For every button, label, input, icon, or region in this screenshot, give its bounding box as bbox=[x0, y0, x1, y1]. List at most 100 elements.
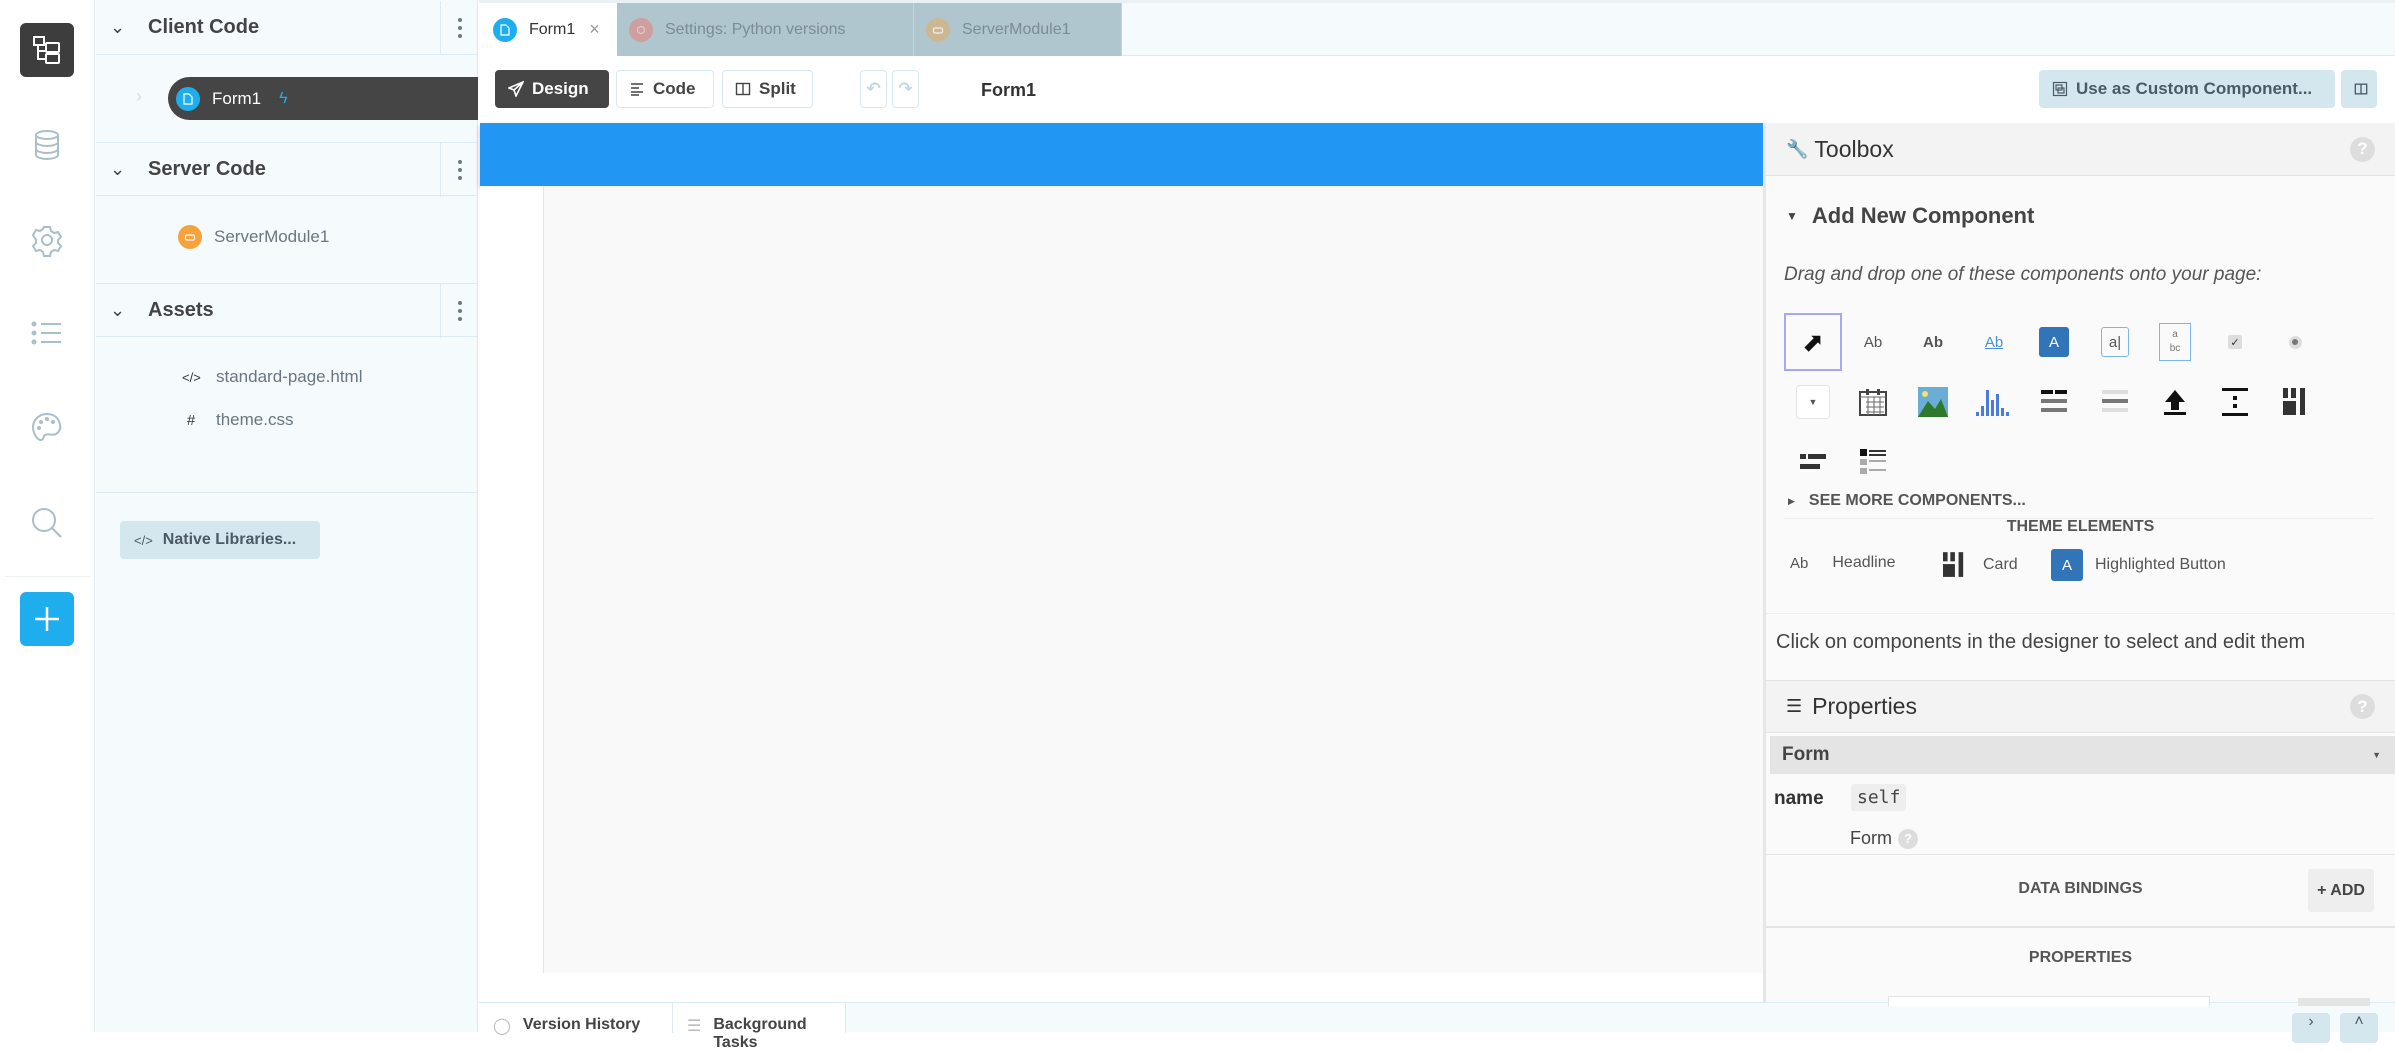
component-pointer[interactable]: ⬈ bbox=[1784, 313, 1842, 371]
component-checkbox[interactable]: ✓ bbox=[2206, 313, 2264, 371]
expand-right-button[interactable]: › bbox=[2292, 1013, 2330, 1043]
design-view-button[interactable]: Design bbox=[495, 70, 609, 108]
chevron-up-icon: ˄ bbox=[2354, 1013, 2364, 1030]
rail-app-browser[interactable] bbox=[20, 23, 74, 77]
textbox-icon: a| bbox=[2101, 327, 2129, 357]
theme-element-highlighted-button[interactable]: A Highlighted Button bbox=[2051, 549, 2226, 581]
assets-menu-button[interactable] bbox=[440, 284, 478, 338]
form-title-bar[interactable] bbox=[480, 123, 1763, 186]
property-button[interactable] bbox=[2298, 998, 2370, 1006]
tree-item-theme-css[interactable]: # theme.css bbox=[182, 410, 294, 430]
toggle-panel-button[interactable] bbox=[2341, 70, 2377, 108]
properties-header[interactable]: ☰ Properties ? bbox=[1766, 680, 2395, 733]
rail-app-logs[interactable] bbox=[20, 306, 74, 360]
use-as-custom-component-button[interactable]: Use as Custom Component... bbox=[2039, 70, 2335, 108]
component-image[interactable] bbox=[1904, 373, 1962, 431]
canvas-footer bbox=[543, 973, 1763, 1002]
chevron-down-icon: ⌄ bbox=[110, 299, 126, 320]
server-code-menu-button[interactable] bbox=[440, 143, 478, 197]
plus-icon bbox=[35, 607, 59, 631]
component-spacer[interactable] bbox=[2206, 373, 2264, 431]
close-tab-icon[interactable]: × bbox=[589, 19, 600, 40]
component-plot[interactable] bbox=[1965, 373, 2023, 431]
button-icon: A bbox=[2039, 327, 2069, 357]
chevron-right-icon[interactable]: › bbox=[136, 86, 142, 107]
version-history-tab[interactable]: ◯ Version History bbox=[479, 1003, 673, 1035]
label-icon: Ab bbox=[1863, 333, 1883, 351]
upload-icon bbox=[2164, 390, 2186, 415]
form-name-title: Form1 bbox=[981, 80, 1037, 100]
canvas-margin bbox=[480, 186, 543, 1002]
rail-search[interactable] bbox=[20, 496, 74, 550]
component-bold-label[interactable]: Ab bbox=[1904, 313, 1962, 371]
tab-servermodule1[interactable]: ServerModule1 bbox=[914, 3, 1122, 56]
server-code-header[interactable]: ⌄ Server Code bbox=[96, 142, 478, 197]
tree-item-form1[interactable]: Form1 ϟ bbox=[168, 77, 478, 120]
name-value-input[interactable]: self bbox=[1851, 784, 1907, 811]
caret-down-icon: ▼ bbox=[1786, 209, 1798, 223]
card-icon bbox=[1943, 552, 1964, 577]
button-icon: A bbox=[2051, 549, 2083, 581]
component-columnpanel[interactable] bbox=[2266, 373, 2324, 431]
component-flowpanel[interactable] bbox=[1784, 433, 1842, 491]
split-view-button[interactable]: Split bbox=[722, 70, 813, 108]
undo-button[interactable]: ↶ bbox=[860, 70, 887, 108]
add-new-component-toggle[interactable]: ▼ Add New Component bbox=[1786, 203, 2034, 229]
caret-right-icon: ▶ bbox=[1788, 495, 1795, 506]
background-tasks-tab[interactable]: ☰ Background Tasks bbox=[673, 1003, 846, 1051]
native-libraries-button[interactable]: </> Native Libraries... bbox=[120, 521, 320, 559]
redo-button[interactable]: ↷ bbox=[892, 70, 919, 108]
chevron-down-icon: ⌄ bbox=[110, 158, 126, 179]
chevron-down-icon: ⌄ bbox=[110, 17, 126, 37]
rail-data-tables[interactable] bbox=[20, 118, 74, 172]
flow-panel-icon bbox=[1800, 454, 1826, 469]
code-view-button[interactable]: Code bbox=[616, 70, 714, 108]
properties-help-icon[interactable]: ? bbox=[2350, 694, 2375, 719]
component-textarea[interactable]: a bc bbox=[2146, 313, 2204, 371]
form-canvas[interactable] bbox=[543, 186, 1763, 973]
type-help-icon[interactable]: ? bbox=[1898, 828, 1918, 849]
sliders-icon: ☰ bbox=[1786, 696, 1803, 716]
align-left-icon bbox=[631, 83, 643, 96]
undo-icon: ↶ bbox=[866, 79, 881, 98]
tab-settings-python[interactable]: Settings: Python versions bbox=[617, 3, 914, 56]
textarea-icon: a bc bbox=[2159, 323, 2191, 361]
tree-item-servermodule1[interactable]: ServerModule1 bbox=[178, 225, 329, 249]
component-link[interactable]: Ab bbox=[1965, 313, 2023, 371]
tab-form1[interactable]: Form1 × bbox=[479, 3, 617, 56]
component-datepicker[interactable] bbox=[1844, 373, 1902, 431]
tasks-icon: ☰ bbox=[687, 1018, 702, 1035]
folder-tree-icon bbox=[33, 36, 60, 64]
toolbox-help-icon[interactable]: ? bbox=[2350, 136, 2375, 162]
see-more-components-toggle[interactable]: ▶ SEE MORE COMPONENTS... bbox=[1788, 492, 2026, 510]
component-radiobutton[interactable] bbox=[2266, 313, 2324, 371]
component-fileloader[interactable] bbox=[2146, 373, 2204, 431]
component-repeatingpanel[interactable] bbox=[2086, 373, 2144, 431]
toolbox-header[interactable]: 🔧 Toolbox ? bbox=[1766, 123, 2395, 176]
form-type-label: Form ? bbox=[1850, 828, 1918, 849]
component-type-select[interactable]: Form ▼ bbox=[1770, 736, 2395, 774]
assets-header[interactable]: ⌄ Assets bbox=[96, 283, 478, 338]
component-label[interactable]: Ab bbox=[1844, 313, 1902, 371]
theme-element-headline[interactable]: Ab Headline bbox=[1790, 554, 1896, 572]
component-icon bbox=[2052, 81, 2068, 97]
component-textbox[interactable]: a| bbox=[2086, 313, 2144, 371]
theme-element-card[interactable]: Card bbox=[1943, 552, 2018, 578]
tree-item-standard-page[interactable]: </> standard-page.html bbox=[182, 367, 362, 387]
pointer-icon: ⬈ bbox=[1802, 326, 1824, 357]
dropdown-icon: ▼ bbox=[1796, 385, 1830, 419]
component-dropdown[interactable]: ▼ bbox=[1784, 373, 1842, 431]
property-input[interactable] bbox=[1888, 996, 2210, 1006]
component-linearpanel[interactable] bbox=[1844, 433, 1902, 491]
rail-settings[interactable] bbox=[20, 213, 74, 267]
component-button[interactable]: A bbox=[2025, 313, 2083, 371]
client-code-header[interactable]: ⌄ Client Code bbox=[96, 1, 478, 55]
expand-up-button[interactable]: ˄ bbox=[2340, 1013, 2378, 1043]
component-datagrid[interactable] bbox=[2025, 373, 2083, 431]
client-code-menu-button[interactable] bbox=[440, 1, 478, 55]
checkbox-icon: ✓ bbox=[2228, 335, 2242, 349]
image-icon bbox=[1918, 387, 1948, 417]
rail-theme[interactable] bbox=[20, 401, 74, 455]
add-data-binding-button[interactable]: + ADD bbox=[2308, 869, 2374, 912]
rail-add-button[interactable] bbox=[20, 592, 74, 646]
